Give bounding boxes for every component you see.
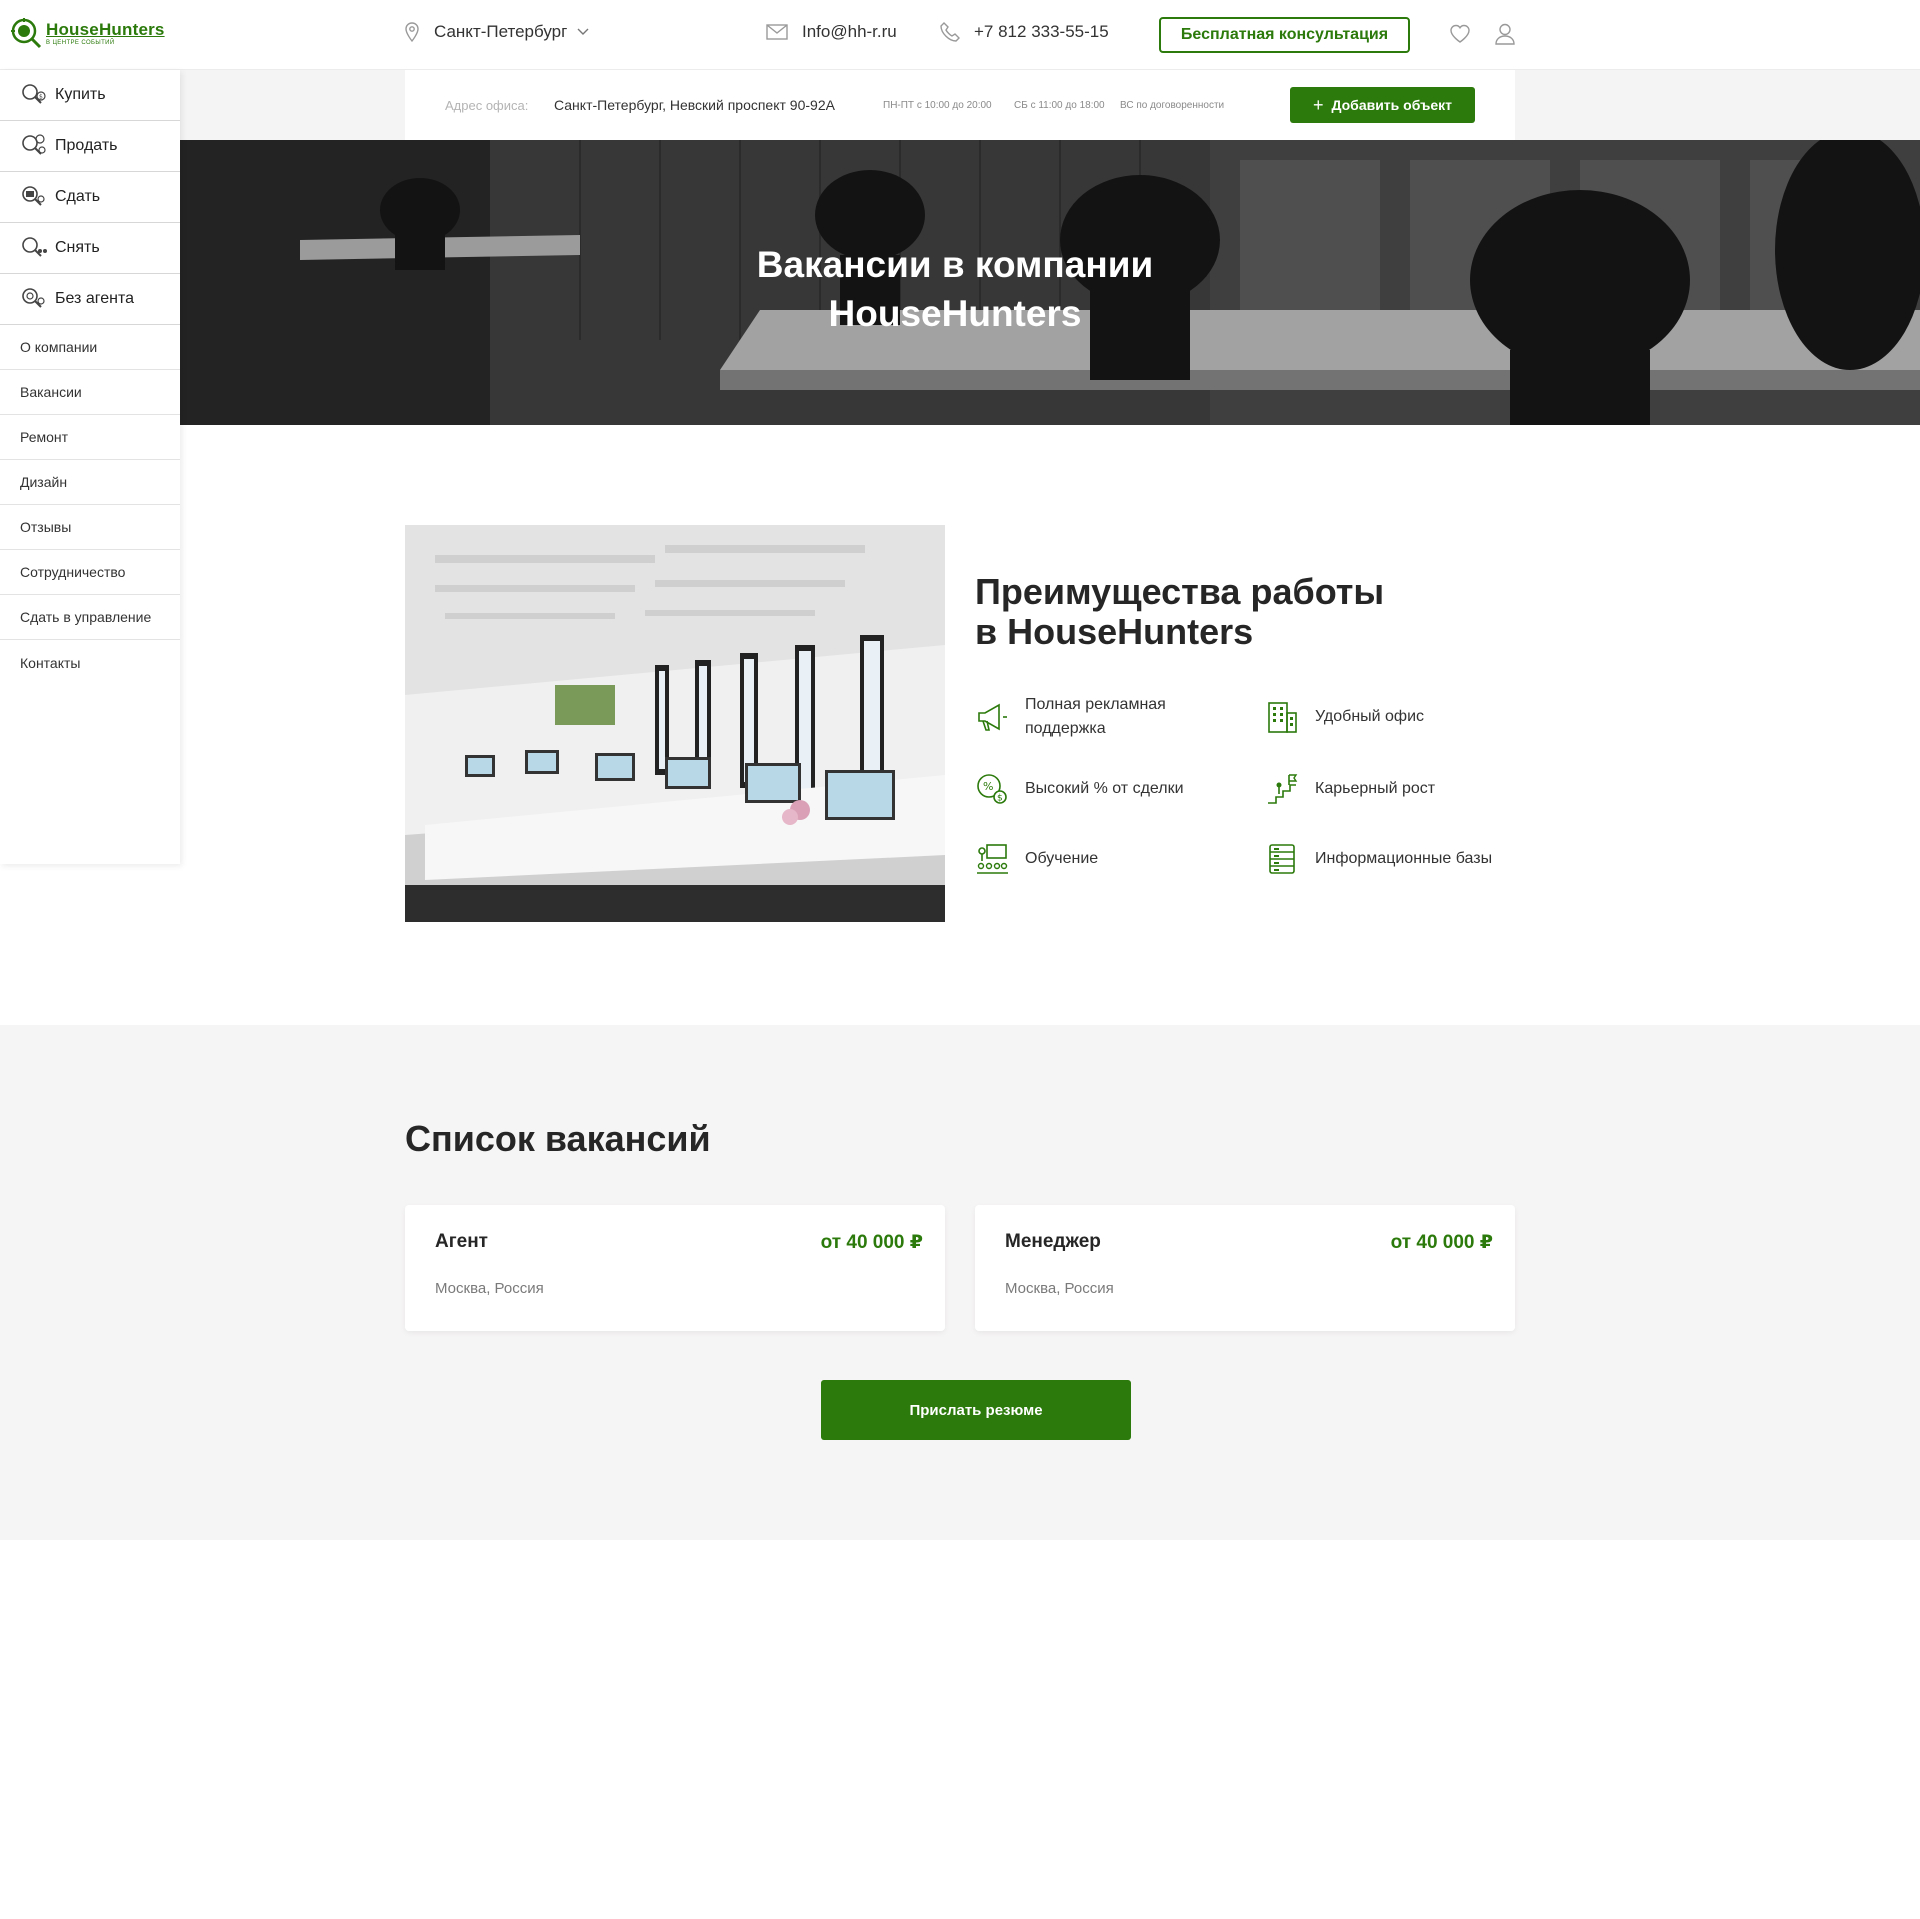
office-info-bar: Адрес офиса: Санкт-Петербург, Невский пр… (405, 70, 1515, 140)
logo-tagline: В ЦЕНТРЕ СОБЫТИЙ (46, 39, 115, 46)
search-rent-out-icon (20, 184, 48, 210)
advantage-label: Полная рекламная поддержка (1025, 696, 1166, 737)
vacancy-salary: от 40 000 ₽ (820, 1232, 923, 1253)
svg-text:$: $ (39, 94, 43, 101)
search-sell-icon (20, 133, 48, 159)
vacancy-card[interactable]: Агент от 40 000 ₽ Москва, Россия (405, 1205, 945, 1331)
vacancy-name: Агент (435, 1231, 488, 1252)
sidebar-link-management[interactable]: Сдать в управление (0, 595, 180, 640)
sidebar-item-label: Сдать (55, 188, 101, 205)
logo-icon (10, 17, 42, 49)
office-address-label: Адрес офиса: (445, 97, 529, 113)
sidebar-item-no-agent[interactable]: Без агента (0, 274, 180, 325)
user-account-icon[interactable] (1495, 23, 1515, 50)
vacancies-title: Список вакансий (405, 1118, 711, 1159)
site-header: HouseHunters В ЦЕНТРЕ СОБЫТИЙ Санкт-Пете… (0, 0, 1920, 70)
hours-weekdays: ПН-ПТ с 10:00 до 20:00 (883, 99, 992, 111)
sidebar-item-buy[interactable]: $ Купить (0, 70, 180, 121)
sidebar-link-design[interactable]: Дизайн (0, 460, 180, 505)
logo[interactable]: HouseHunters В ЦЕНТРЕ СОБЫТИЙ (10, 14, 165, 52)
sidebar-item-label: Без агента (55, 290, 134, 307)
advantage-label: Удобный офис (1315, 708, 1425, 725)
vacancy-name: Менеджер (1005, 1231, 1101, 1252)
sidebar-item-rent[interactable]: Снять (0, 223, 180, 274)
hero-title-line1: Вакансии в компании (756, 244, 1154, 285)
advantage-label: Обучение (1025, 850, 1099, 867)
search-no-agent-icon (20, 286, 48, 312)
svg-text:%: % (983, 780, 993, 793)
plus-icon: + (1312, 94, 1324, 115)
mail-icon (766, 24, 788, 40)
advantage-item: Обучение (975, 842, 1098, 876)
sidebar: $ Купить Продать Сдать Снять Без агента … (0, 70, 180, 864)
hero-title-line2: HouseHunters (828, 293, 1082, 334)
svg-text:$: $ (997, 794, 1003, 804)
city-selector[interactable]: Санкт-Петербург (404, 22, 589, 42)
vacancies-section (0, 1025, 1920, 1540)
building-icon (1265, 700, 1299, 734)
hours-sunday: ВС по договоренности (1120, 99, 1225, 111)
phone-icon (940, 22, 960, 42)
vacancy-card[interactable]: Менеджер от 40 000 ₽ Москва, Россия (975, 1205, 1515, 1331)
advantage-item: Полная рекламная поддержка (975, 693, 1215, 741)
advantage-label: Карьерный рост (1315, 780, 1436, 797)
email-text: Info@hh-r.ru (802, 22, 897, 41)
sidebar-item-label: Снять (55, 239, 100, 256)
advantage-item: Карьерный рост (1265, 772, 1435, 806)
hours-saturday: СБ с 11:00 до 18:00 (1014, 99, 1105, 111)
vacancy-salary: от 40 000 ₽ (1390, 1232, 1493, 1253)
advantage-item: % $ Высокий % от сделки (975, 772, 1184, 806)
sidebar-item-rent-out[interactable]: Сдать (0, 172, 180, 223)
phone-text: +7 812 333-55-15 (974, 22, 1109, 41)
advantages-title-line1: Преимущества работы (975, 571, 1385, 612)
training-icon (975, 842, 1009, 876)
free-consultation-button[interactable]: Бесплатная консультация (1159, 17, 1410, 53)
add-object-button[interactable]: + Добавить объект (1290, 87, 1475, 123)
office-photo (405, 525, 945, 922)
sidebar-item-label: Продать (55, 137, 118, 154)
sidebar-item-label: Купить (55, 86, 106, 103)
advantages-title: Преимущества работы в HouseHunters (975, 572, 1384, 652)
city-label: Санкт-Петербург (434, 22, 568, 41)
database-icon (1265, 842, 1299, 876)
advantage-item: Информационные базы (1265, 842, 1492, 876)
vacancy-location: Москва, Россия (435, 1280, 544, 1297)
megaphone-icon (975, 700, 1009, 734)
send-resume-button[interactable]: Прислать резюме (821, 1380, 1131, 1440)
sidebar-link-repair[interactable]: Ремонт (0, 415, 180, 460)
email-link[interactable]: Info@hh-r.ru (766, 22, 897, 42)
favorites-heart-icon[interactable] (1449, 24, 1471, 49)
career-stairs-icon (1265, 772, 1299, 806)
sidebar-link-reviews[interactable]: Отзывы (0, 505, 180, 550)
office-address: Санкт-Петербург, Невский проспект 90-92А (554, 97, 835, 113)
chevron-down-icon (577, 28, 589, 36)
advantage-label: Высокий % от сделки (1025, 780, 1184, 797)
sidebar-link-contacts[interactable]: Контакты (0, 640, 180, 685)
phone-link[interactable]: +7 812 333-55-15 (940, 22, 1109, 42)
advantage-item: Удобный офис (1265, 700, 1424, 734)
search-rent-icon (20, 235, 48, 261)
hero-banner: Вакансии в компании HouseHunters (180, 140, 1920, 425)
search-buy-icon: $ (20, 82, 48, 108)
sidebar-link-vacancies[interactable]: Вакансии (0, 370, 180, 415)
location-pin-icon (404, 22, 420, 42)
sidebar-link-about[interactable]: О компании (0, 325, 180, 370)
sidebar-link-cooperation[interactable]: Сотрудничество (0, 550, 180, 595)
vacancy-location: Москва, Россия (1005, 1280, 1114, 1297)
percent-money-icon: % $ (975, 772, 1009, 806)
hero-title: Вакансии в компании HouseHunters (180, 240, 1730, 338)
logo-title: HouseHunters (46, 19, 165, 39)
advantages-title-line2: в HouseHunters (975, 611, 1254, 652)
add-object-label: Добавить объект (1331, 97, 1453, 113)
sidebar-item-sell[interactable]: Продать (0, 121, 180, 172)
advantage-label: Информационные базы (1315, 850, 1493, 867)
